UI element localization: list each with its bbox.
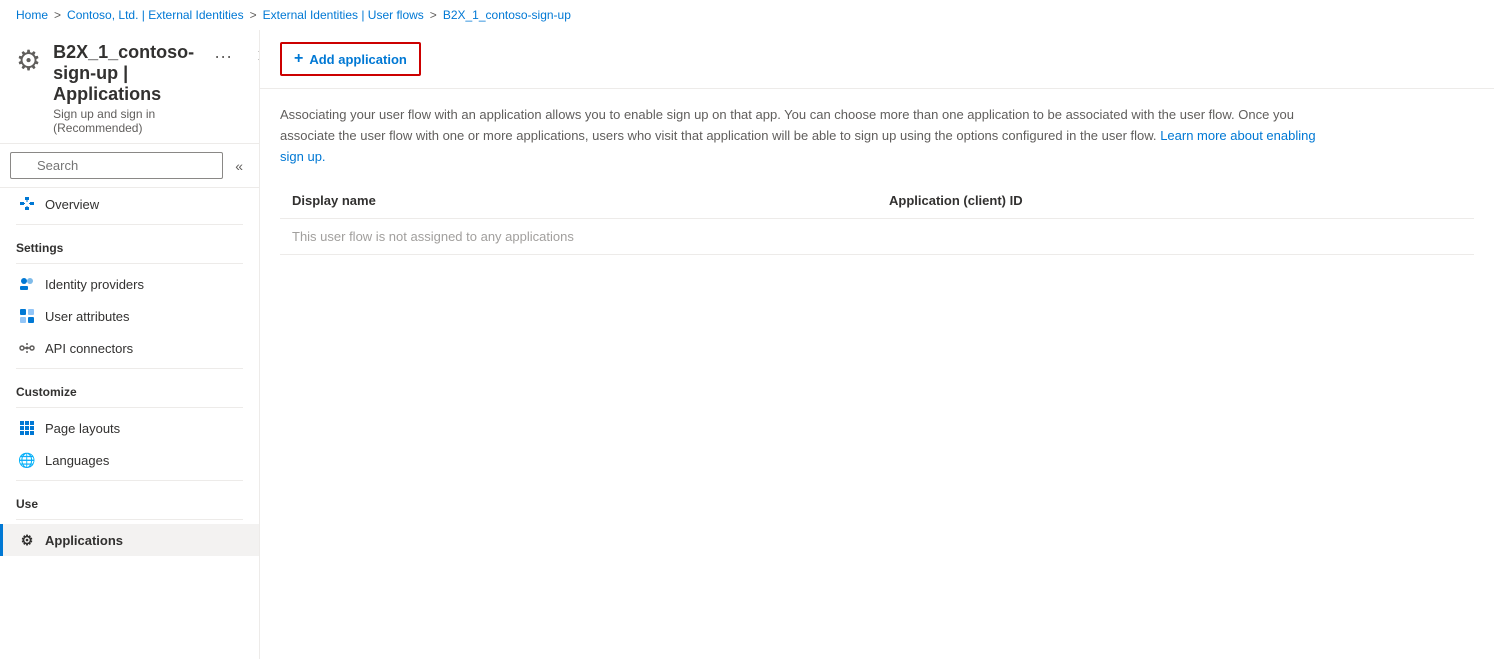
description-area: Associating your user flow with an appli… — [260, 89, 1360, 183]
page-layouts-icon — [19, 420, 35, 436]
sidebar-item-api-connectors[interactable]: API connectors — [0, 332, 259, 364]
search-input[interactable] — [10, 152, 223, 179]
breadcrumb-contoso[interactable]: Contoso, Ltd. | External Identities — [67, 8, 244, 22]
main-content: + Add application Associating your user … — [260, 30, 1494, 659]
breadcrumb-current[interactable]: B2X_1_contoso-sign-up — [443, 8, 571, 22]
applications-table-container: Display name Application (client) ID Thi… — [260, 183, 1494, 255]
applications-icon: ⚙ — [19, 532, 35, 548]
sidebar-item-applications[interactable]: ⚙ Applications — [0, 524, 259, 556]
sidebar-languages-label: Languages — [45, 453, 109, 468]
breadcrumb-user-flows[interactable]: External Identities | User flows — [263, 8, 424, 22]
customize-section-label: Customize — [0, 373, 259, 403]
sidebar-identity-providers-label: Identity providers — [45, 277, 144, 292]
identity-providers-icon — [19, 276, 35, 292]
sidebar-item-languages[interactable]: 🌐 Languages — [0, 444, 259, 476]
close-button[interactable]: ✕ — [248, 42, 260, 71]
sidebar-item-identity-providers[interactable]: Identity providers — [0, 268, 259, 300]
api-connectors-icon — [19, 340, 35, 356]
col-header-display-name: Display name — [280, 183, 877, 219]
languages-icon: 🌐 — [19, 452, 35, 468]
table-empty-row: This user flow is not assigned to any ap… — [280, 219, 1474, 255]
breadcrumb-home[interactable]: Home — [16, 8, 48, 22]
user-attributes-icon — [19, 308, 35, 324]
sidebar: ⚙ B2X_1_contoso-sign-up | Applications S… — [0, 30, 260, 659]
sidebar-item-page-layouts[interactable]: Page layouts — [0, 412, 259, 444]
search-area: 🔍 « — [0, 144, 259, 188]
page-header-area: ⚙ B2X_1_contoso-sign-up | Applications S… — [0, 30, 259, 144]
breadcrumb: Home > Contoso, Ltd. | External Identiti… — [0, 0, 1494, 30]
content-toolbar: + Add application — [260, 30, 1494, 89]
applications-table: Display name Application (client) ID Thi… — [280, 183, 1474, 255]
settings-section-label: Settings — [0, 229, 259, 259]
sidebar-user-attributes-label: User attributes — [45, 309, 130, 324]
empty-message: This user flow is not assigned to any ap… — [280, 219, 1474, 255]
sidebar-item-user-attributes[interactable]: User attributes — [0, 300, 259, 332]
sidebar-overview-label: Overview — [45, 197, 99, 212]
sidebar-item-overview[interactable]: Overview — [0, 188, 259, 220]
sidebar-page-layouts-label: Page layouts — [45, 421, 120, 436]
col-header-client-id: Application (client) ID — [877, 183, 1474, 219]
description-text: Associating your user flow with an appli… — [280, 107, 1294, 143]
page-title: B2X_1_contoso-sign-up | Applications — [53, 42, 194, 105]
add-button-label: Add application — [309, 52, 407, 67]
ellipsis-button[interactable]: ··· — [206, 42, 240, 71]
use-section-label: Use — [0, 485, 259, 515]
collapse-button[interactable]: « — [229, 154, 249, 178]
add-application-button[interactable]: + Add application — [280, 42, 421, 76]
plus-icon: + — [294, 50, 303, 68]
sidebar-api-connectors-label: API connectors — [45, 341, 133, 356]
sidebar-applications-label: Applications — [45, 533, 123, 548]
page-subtitle: Sign up and sign in (Recommended) — [53, 107, 194, 135]
overview-icon — [19, 196, 35, 212]
gear-icon: ⚙ — [16, 44, 41, 77]
